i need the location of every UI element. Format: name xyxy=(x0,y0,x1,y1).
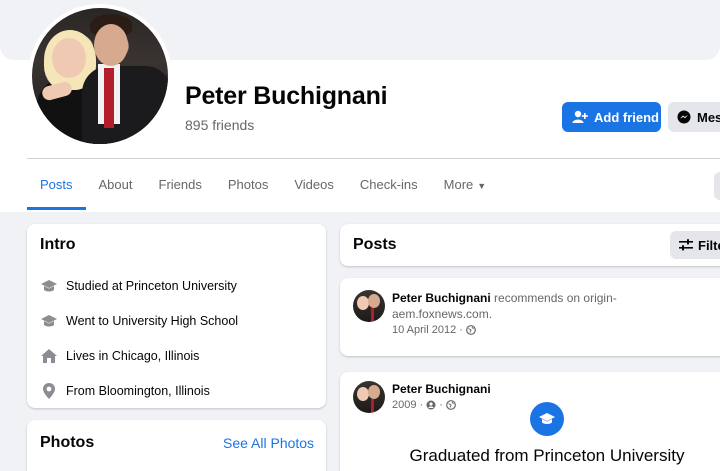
see-all-photos-link[interactable]: See All Photos xyxy=(223,435,314,451)
tab-check-ins[interactable]: Check-ins xyxy=(347,164,431,210)
post-card: Peter Buchignani 2009 · · Graduated from… xyxy=(340,372,720,471)
tab-videos-label: Videos xyxy=(294,177,334,192)
intro-item-value[interactable]: Bloomington, Illinois xyxy=(99,384,210,398)
profile-avatar[interactable] xyxy=(28,4,172,148)
intro-item-education: Studied at Princeton University xyxy=(39,268,238,303)
globe-icon xyxy=(466,325,476,335)
friends-count[interactable]: 895 friends xyxy=(185,117,254,133)
add-person-icon xyxy=(572,110,588,123)
post-card: Peter Buchignani recommends on origin- a… xyxy=(340,278,720,356)
location-pin-icon xyxy=(39,381,59,401)
filters-label: Filte xyxy=(698,237,720,253)
post-meta: 2009 · · xyxy=(392,399,456,411)
graduation-cap-icon xyxy=(39,276,59,296)
globe-icon xyxy=(445,400,456,410)
intro-item-prefix: From xyxy=(66,383,96,398)
intro-item-prefix: Studied at xyxy=(66,278,123,293)
tab-about-label: About xyxy=(98,177,133,192)
graduation-cap-icon xyxy=(39,311,59,331)
tab-posts[interactable]: Posts xyxy=(27,164,86,210)
friends-icon xyxy=(426,400,436,410)
intro-list: Studied at Princeton University Went to … xyxy=(39,268,238,408)
intro-card: Intro Studied at Princeton University We… xyxy=(27,224,326,408)
life-event-text: Graduated from Princeton University xyxy=(409,446,685,465)
tab-friends-label: Friends xyxy=(158,177,202,192)
post-text: Peter Buchignani recommends on origin- a… xyxy=(392,290,632,322)
posts-header-card: Posts Filte xyxy=(340,224,720,266)
profile-name: Peter Buchignani xyxy=(185,82,388,110)
profile-tabs: Posts About Friends Photos Videos Check-… xyxy=(27,164,499,210)
tab-more-label: More xyxy=(443,177,474,192)
message-label: Mes xyxy=(697,109,720,125)
filters-button[interactable]: Filte xyxy=(670,231,720,259)
separator-dot: · xyxy=(439,399,443,411)
graduation-cap-icon xyxy=(530,402,564,436)
tab-photos-label: Photos xyxy=(227,177,269,192)
intro-title: Intro xyxy=(40,236,76,253)
intro-item-lives-in: Lives in Chicago, Illinois xyxy=(39,338,238,373)
intro-item-value[interactable]: Chicago, Illinois xyxy=(112,349,200,363)
intro-item-high-school: Went to University High School xyxy=(39,303,238,338)
post-text: Peter Buchignani xyxy=(392,381,491,397)
intro-item-prefix: Lives in xyxy=(66,348,109,363)
intro-item-prefix: Went to University High School xyxy=(66,313,239,328)
post-link-text[interactable]: aem.foxnews.com. xyxy=(392,307,492,321)
tab-friends[interactable]: Friends xyxy=(146,164,215,210)
photos-card: Photos See All Photos xyxy=(27,420,326,471)
post-author-name[interactable]: Peter Buchignani xyxy=(392,382,491,396)
intro-item-from: From Bloomington, Illinois xyxy=(39,373,238,408)
post-date[interactable]: 2009 · xyxy=(392,399,423,411)
photos-title: Photos xyxy=(40,434,95,451)
post-author-name[interactable]: Peter Buchignani xyxy=(392,291,491,305)
tab-about[interactable]: About xyxy=(86,164,146,210)
post-author-avatar[interactable] xyxy=(353,290,385,322)
intro-item-value[interactable]: Princeton University xyxy=(126,279,237,293)
messenger-icon xyxy=(677,110,691,124)
home-icon xyxy=(39,346,59,366)
tab-posts-label: Posts xyxy=(40,177,73,192)
sliders-icon xyxy=(679,239,693,251)
caret-down-icon: ▼ xyxy=(477,181,487,191)
post-author-avatar[interactable] xyxy=(353,381,385,413)
tab-check-ins-label: Check-ins xyxy=(359,177,418,192)
posts-title: Posts xyxy=(353,236,397,253)
post-action-text: recommends on origin- xyxy=(490,291,617,305)
post-date[interactable]: 10 April 2012 · xyxy=(392,324,463,336)
post-meta: 10 April 2012 · xyxy=(392,324,476,336)
tab-photos[interactable]: Photos xyxy=(215,164,281,210)
tab-videos[interactable]: Videos xyxy=(281,164,347,210)
add-friend-button[interactable]: Add friend xyxy=(562,102,661,132)
add-friend-label: Add friend xyxy=(594,109,659,125)
tab-options-button[interactable] xyxy=(714,172,720,200)
header-divider xyxy=(27,158,720,159)
tab-more[interactable]: More ▼ xyxy=(431,164,500,210)
message-button[interactable]: Mes xyxy=(668,102,720,132)
